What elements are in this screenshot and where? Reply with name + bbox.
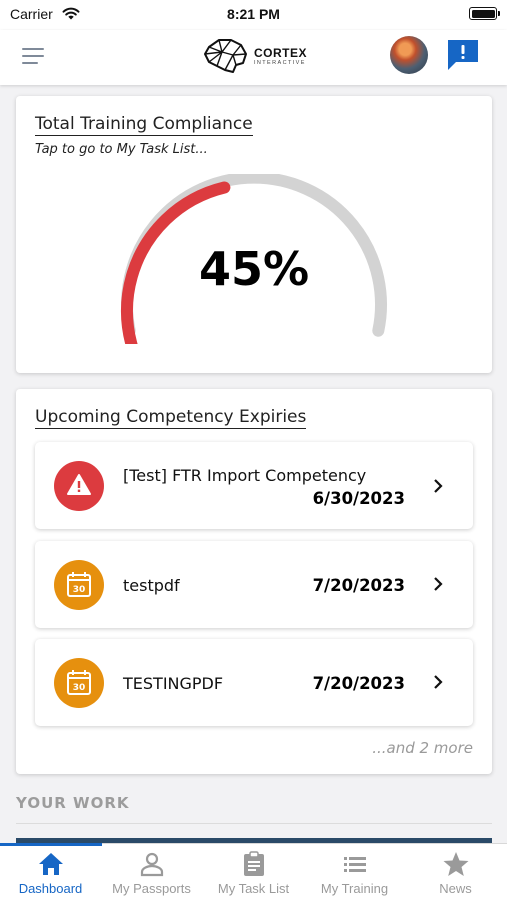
clock: 8:21 PM xyxy=(227,6,280,22)
tab-label: Dashboard xyxy=(18,881,83,896)
hamburger-menu-icon[interactable] xyxy=(22,46,46,66)
app-header: CORTEX INTERACTIVE xyxy=(0,30,507,85)
compliance-percent: 45% xyxy=(198,242,310,296)
star-icon xyxy=(443,852,469,876)
calendar-badge: 30 xyxy=(73,585,86,595)
logo-subtitle: INTERACTIVE xyxy=(254,60,306,66)
tab-label: News xyxy=(439,881,472,896)
expiry-item-name: [Test] FTR Import Competency xyxy=(123,466,367,485)
expiry-item[interactable]: 30 TESTINGPDF 7/20/2023 xyxy=(35,639,473,726)
tab-my-task-list[interactable]: My Task List xyxy=(203,844,304,900)
expiry-item-name: testpdf xyxy=(123,576,180,595)
battery-icon xyxy=(469,7,500,20)
calendar-30-icon: 30 xyxy=(54,560,104,610)
competency-expiries-card: Upcoming Competency Expiries [Test] FTR … xyxy=(16,389,492,774)
tab-news[interactable]: News xyxy=(405,844,506,900)
compliance-subtitle: Tap to go to My Task List... xyxy=(35,142,208,157)
expiry-item-name: TESTINGPDF xyxy=(123,674,224,693)
user-avatar[interactable] xyxy=(390,36,428,74)
tab-dashboard[interactable]: Dashboard xyxy=(0,844,101,900)
chevron-right-icon xyxy=(434,479,443,493)
tab-my-passports[interactable]: My Passports xyxy=(101,844,202,900)
calendar-badge: 30 xyxy=(73,683,86,693)
divider xyxy=(16,823,492,824)
status-bar: Carrier 8:21 PM xyxy=(0,0,507,30)
warning-icon xyxy=(54,461,104,511)
clipboard-icon xyxy=(244,851,264,876)
tab-label: My Passports xyxy=(112,881,191,896)
person-icon xyxy=(140,852,164,877)
expiry-item-date: 6/30/2023 xyxy=(312,489,405,508)
your-work-heading: YOUR WORK xyxy=(16,794,130,812)
expiry-item-date: 7/20/2023 xyxy=(312,576,405,595)
home-icon xyxy=(39,853,63,875)
training-compliance-card[interactable]: Total Training Compliance Tap to go to M… xyxy=(16,96,492,373)
chevron-right-icon xyxy=(434,577,443,591)
calendar-30-icon: 30 xyxy=(54,658,104,708)
chevron-right-icon xyxy=(434,675,443,689)
compliance-title: Total Training Compliance xyxy=(35,114,253,136)
tab-label: My Task List xyxy=(217,881,290,896)
brain-logo-icon xyxy=(204,39,247,73)
expiries-title: Upcoming Competency Expiries xyxy=(35,407,307,429)
more-expiries-link[interactable]: ...and 2 more xyxy=(372,739,473,757)
alert-message-icon[interactable] xyxy=(446,38,480,72)
tab-label: My Training xyxy=(320,881,389,896)
bottom-tab-bar: Dashboard My Passports My Task List My T… xyxy=(0,843,507,900)
list-icon xyxy=(344,857,366,872)
tab-my-training[interactable]: My Training xyxy=(304,844,405,900)
expiry-item[interactable]: [Test] FTR Import Competency 6/30/2023 xyxy=(35,442,473,529)
expiry-item[interactable]: 30 testpdf 7/20/2023 xyxy=(35,541,473,628)
cortex-logo: CORTEX INTERACTIVE xyxy=(200,35,310,77)
logo-title: CORTEX xyxy=(254,46,308,60)
expiry-item-date: 7/20/2023 xyxy=(312,674,405,693)
